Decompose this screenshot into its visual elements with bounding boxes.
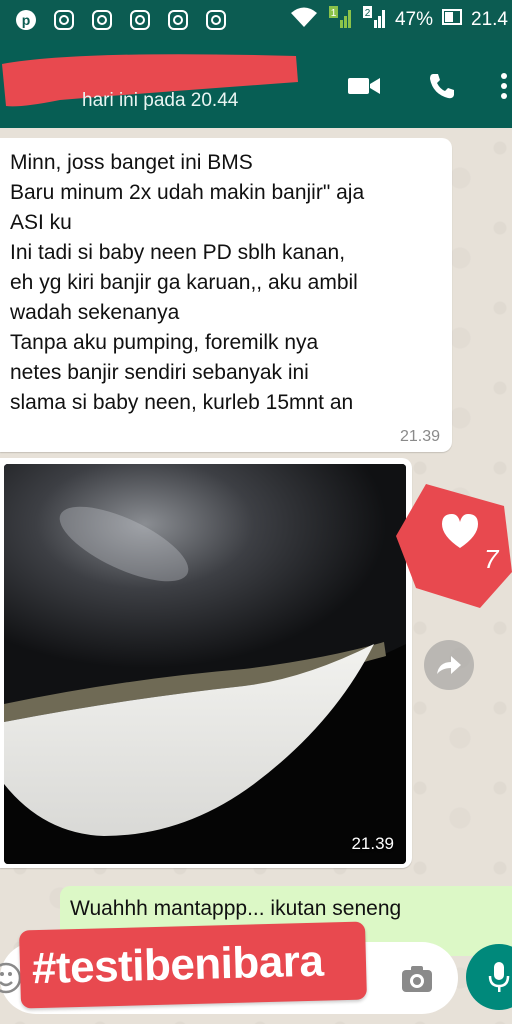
battery-percent: 47%: [394, 9, 434, 30]
camera-icon: [402, 966, 432, 992]
phone-icon: [430, 74, 454, 99]
phone-button[interactable]: [424, 68, 460, 104]
breast-milk-container-photo: [4, 464, 406, 864]
svg-text:p: p: [22, 12, 31, 28]
like-count: 7: [484, 544, 500, 574]
photo-time: 21.39: [351, 834, 394, 853]
video-call-button[interactable]: [346, 68, 382, 104]
forward-icon: [437, 656, 461, 674]
pinterest-icon: p: [14, 8, 38, 32]
message-photo[interactable]: 21.39: [4, 464, 406, 864]
message-text: Minn, joss banget ini BMS Baru minum 2x …: [10, 151, 365, 414]
svg-text:2: 2: [365, 8, 371, 19]
instagram-icon: [204, 8, 228, 32]
forward-button[interactable]: [424, 640, 474, 690]
sim1-label: 1: [331, 8, 337, 19]
message-bubble-incoming[interactable]: Minn, joss banget ini BMS Baru minum 2x …: [0, 138, 452, 452]
video-call-icon: [348, 78, 380, 94]
more-options-button[interactable]: [494, 68, 512, 104]
like-badge[interactable]: 7: [396, 476, 512, 608]
instagram-icon: [52, 8, 76, 32]
clock: 21.4: [471, 9, 508, 30]
message-text: Wuahhh mantappp... ikutan seneng: [70, 897, 402, 920]
hashtag-text: #testibenibara: [31, 936, 324, 994]
signal-sim2-icon: 2: [361, 4, 387, 36]
wifi-icon: [289, 5, 319, 35]
more-icon: [501, 73, 507, 99]
camera-button[interactable]: [398, 960, 436, 998]
battery-icon: [441, 6, 463, 34]
instagram-icon: [166, 8, 190, 32]
message-time: 21.39: [399, 428, 440, 445]
microphone-icon: [488, 962, 510, 992]
signal-sim1-icon: 1: [327, 4, 353, 36]
instagram-icon: [90, 8, 114, 32]
image-message-bubble[interactable]: 21.39: [0, 458, 412, 868]
status-bar: p 1 2 47% 21.4: [0, 0, 512, 40]
last-seen-text: hari ini pada 20.44: [82, 90, 239, 111]
instagram-icon: [128, 8, 152, 32]
hashtag-overlay: #testibenibara: [19, 921, 367, 1009]
